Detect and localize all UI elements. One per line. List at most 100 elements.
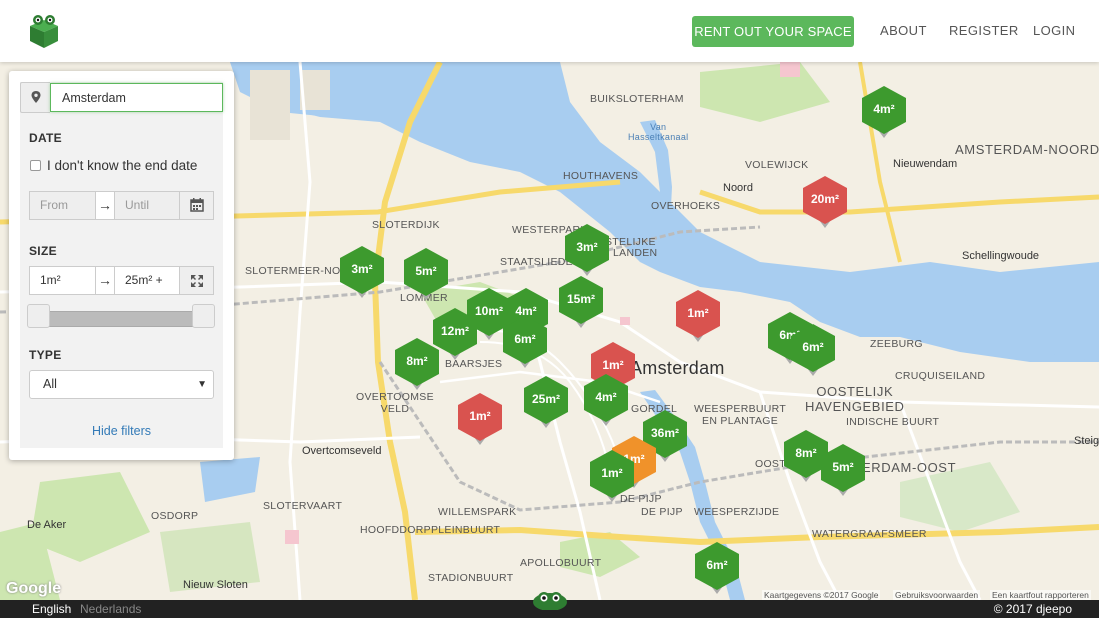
map-marker-icon [31,91,41,103]
header: RENT OUT YOUR SPACE ABOUT REGISTER LOGIN [0,0,1099,62]
map-marker[interactable]: 4m² [584,374,628,426]
nav-register[interactable]: REGISTER [949,23,1019,38]
map-marker[interactable]: 8m² [395,338,439,390]
unknown-end-date-checkbox[interactable] [30,160,41,171]
nav-login[interactable]: LOGIN [1033,23,1075,38]
place-label: CRUQUISEILAND [895,370,986,382]
place-label: Steig [1074,435,1099,447]
map-marker[interactable]: 25m² [524,376,568,428]
size-max-input[interactable]: 25m² + [114,266,180,295]
place-label: WEESPERZIJDE [694,506,780,518]
marker-size-label: 4m² [873,102,895,116]
marker-size-label: 15m² [566,292,595,306]
date-title: DATE [29,131,62,145]
place-label: ERDAM-OOST [862,460,957,475]
place-label: SLOTERVAART [263,500,343,512]
place-label: LANDEN [613,247,658,259]
place-label: VOLEWIJCK [745,159,809,171]
marker-size-label: 6m² [514,332,536,346]
unknown-end-date-label: I don't know the end date [47,158,198,173]
map-marker[interactable]: 3m² [340,246,384,298]
filter-panel: DATE I don't know the end date From → Un… [9,71,234,460]
map-marker[interactable]: 1m² [676,290,720,342]
date-until-input[interactable]: Until [114,191,180,220]
map-marker[interactable]: 5m² [821,444,865,496]
date-from-input[interactable]: From [29,191,96,220]
place-label: Schellingwoude [962,250,1040,262]
map-marker[interactable]: 4m² [862,86,906,138]
place-label: ZEEBURG [870,338,923,350]
location-addon [20,82,50,113]
marker-size-label: 1m² [687,306,709,320]
place-label: Nieuw Sloten [183,579,248,591]
map-marker[interactable]: 3m² [565,224,609,276]
map-marker[interactable]: 6m² [695,542,739,594]
calendar-icon [190,198,204,212]
map-marker[interactable]: 1m² [590,450,634,502]
size-slider-track[interactable] [29,311,213,327]
place-label: BUIKSLOTERHAM [590,93,684,105]
caret-down-icon: ▼ [197,379,207,390]
marker-size-label: 1m² [602,358,624,372]
map-attribution: Kaartgegevens ©2017 Google [762,590,881,600]
size-min-input[interactable]: 1m² [29,266,96,295]
place-label: OSDORP [151,510,199,522]
location-input[interactable] [50,83,223,112]
place-label: INDISCHE BUURT [846,416,940,428]
place-label: OOSTELIJK HAVENGEBIED [805,384,905,414]
size-arrow: → [95,266,115,295]
place-label: SLOTERDIJK [372,219,440,231]
place-label: DE PIJP [641,506,683,518]
marker-size-label: 8m² [406,354,428,368]
size-slider-max-handle[interactable] [192,304,215,328]
marker-size-label: 1m² [469,409,491,423]
map-marker[interactable]: 1m² [458,393,502,445]
place-label: Noord [723,182,753,194]
marker-size-label: 6m² [802,340,824,354]
marker-size-label: 3m² [351,262,373,276]
place-label: STADIONBUURT [428,572,514,584]
logo-icon[interactable] [29,14,59,48]
size-title: SIZE [29,244,57,258]
marker-size-label: 1m² [601,466,623,480]
map-marker[interactable]: 6m² [791,324,835,376]
nav-about[interactable]: ABOUT [880,23,927,38]
marker-size-label: 12m² [440,324,469,338]
owl-mascot-icon [533,592,567,610]
place-label: HOOFDDORPPLEINBUURT [360,524,501,536]
map-marker[interactable]: 6m² [503,316,547,368]
marker-size-label: 4m² [595,390,617,404]
map-report-link[interactable]: Een kaartfout rapporteren [990,590,1091,600]
map-marker[interactable]: 20m² [803,176,847,228]
place-label: Van Hasseltkanaal [628,122,689,142]
type-select-value: All [43,377,57,391]
lang-english-link[interactable]: English [32,602,71,616]
copyright: © 2017 djeepo [993,602,1072,616]
marker-size-label: 3m² [576,240,598,254]
rent-out-space-button[interactable]: RENT OUT YOUR SPACE [692,16,854,47]
date-arrow: → [95,191,115,220]
map-marker[interactable]: 5m² [404,248,448,300]
place-label: De Aker [27,519,67,531]
map-terms-link[interactable]: Gebruiksvoorwaarden [893,590,981,600]
place-label: AMSTERDAM-NOORD [955,142,1099,157]
place-label: OVERTOOMSE VELD [356,391,434,415]
place-label: OVERHOEKS [651,200,721,212]
marker-size-label: 5m² [832,460,854,474]
size-slider-min-handle[interactable] [27,304,50,328]
type-select[interactable]: All ▼ [29,370,214,399]
map-marker[interactable]: 15m² [559,276,603,328]
hide-filters-link[interactable]: Hide filters [9,424,234,438]
marker-size-label: 5m² [415,264,437,278]
calendar-button[interactable] [179,191,214,220]
google-logo: Google [6,580,62,597]
lang-dutch-link[interactable]: Nederlands [80,602,141,616]
place-label: APOLLOBUURT [520,557,602,569]
marker-size-label: 6m² [706,558,728,572]
map-marker[interactable]: 12m² [433,308,477,360]
expand-size-button[interactable] [179,266,214,295]
type-title: TYPE [29,348,62,362]
place-label: WILLEMSPARK [438,506,517,518]
place-label: Amsterdam [630,358,725,378]
place-label: WEESPERBUURT EN PLANTAGE [694,403,787,427]
